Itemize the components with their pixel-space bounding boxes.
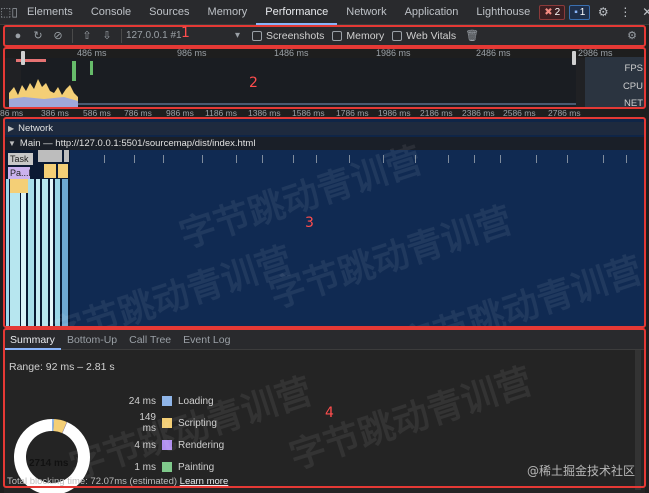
- annotation-number-4: 4: [325, 405, 334, 421]
- overview-tick: 2486 ms: [476, 48, 511, 58]
- download-profile-icon[interactable]: ⇩: [97, 29, 117, 42]
- collapse-triangle-icon: ▼: [8, 139, 16, 148]
- tab-performance[interactable]: Performance: [256, 0, 338, 25]
- overview-tick: 986 ms: [177, 48, 207, 58]
- annotation-number-3: 3: [305, 215, 314, 231]
- message-count: 1: [579, 6, 586, 18]
- fps-label: FPS: [624, 63, 643, 74]
- ruler-tick: 2586 ms: [503, 108, 536, 118]
- inspect-element-icon[interactable]: ⬚: [0, 0, 11, 25]
- watermark-text: 字节跳动青训营: [284, 360, 538, 478]
- tab-memory[interactable]: Memory: [199, 0, 257, 25]
- overview-tick: 486 ms: [77, 48, 107, 58]
- details-scrollbar[interactable]: [635, 350, 641, 490]
- checkbox-label: Screenshots: [266, 29, 325, 42]
- tab-bottom-up[interactable]: Bottom-Up: [61, 330, 123, 350]
- flame-chart[interactable]: ▶ Network ▼ Main — http://127.0.0.1:5501…: [4, 119, 645, 326]
- tab-event-log[interactable]: Event Log: [177, 330, 236, 350]
- toolbar-divider: [121, 28, 122, 43]
- network-track-label: Network: [18, 123, 53, 134]
- upload-profile-icon[interactable]: ⇧: [77, 29, 97, 42]
- settings-gear-icon[interactable]: ⚙: [594, 5, 612, 19]
- trash-icon[interactable]: 🗑: [462, 29, 482, 42]
- chevron-down-icon: ▾: [234, 30, 240, 41]
- checkbox-box: [392, 30, 403, 41]
- capture-settings-gear-icon[interactable]: ⚙: [625, 29, 645, 42]
- site-credit-watermark: @稀土掘金技术社区: [526, 464, 635, 478]
- total-blocking-time: Total blocking time: 72.07ms (estimated)…: [7, 476, 228, 487]
- error-count: 2: [554, 6, 561, 18]
- more-options-icon[interactable]: ⋮: [616, 5, 634, 19]
- overview-tick: 1486 ms: [274, 48, 309, 58]
- ruler-tick: 786 ms: [124, 108, 152, 118]
- tab-lighthouse[interactable]: Lighthouse: [467, 0, 539, 25]
- tab-application[interactable]: Application: [396, 0, 468, 25]
- legend-swatch: [162, 462, 172, 472]
- tab-sources[interactable]: Sources: [140, 0, 198, 25]
- ruler-tick: 86 ms: [0, 108, 24, 118]
- checkbox-box: [332, 30, 343, 41]
- annotation-number-1: 1: [181, 25, 190, 41]
- total-time: 2714 ms: [29, 458, 69, 469]
- ruler-tick: 1586 ms: [292, 108, 325, 118]
- memory-checkbox[interactable]: Memory: [332, 30, 384, 42]
- overview-track-labels: FPS CPU NET: [585, 57, 645, 107]
- screenshots-checkbox[interactable]: Screenshots: [252, 30, 324, 42]
- profile-select-value: 127.0.0.1 #1: [126, 30, 182, 41]
- expand-triangle-icon: ▶: [8, 124, 15, 133]
- tab-elements[interactable]: Elements: [18, 0, 82, 25]
- web-vitals-checkbox[interactable]: Web Vitals: [392, 30, 456, 42]
- learn-more-link[interactable]: Learn more: [180, 476, 229, 487]
- task-event[interactable]: Task: [8, 153, 33, 165]
- tab-console[interactable]: Console: [82, 0, 140, 25]
- donut-slice-scripting: [53, 419, 67, 434]
- ruler-tick: 1186 ms: [205, 108, 237, 118]
- overview-tick-labels: 486 ms 986 ms 1486 ms 1986 ms 2486 ms 29…: [4, 47, 645, 59]
- devtools-tab-bar: ⬚ ▯ Elements Console Sources Memory Perf…: [0, 0, 649, 25]
- ruler-tick: 2186 ms: [420, 108, 453, 118]
- main-thread-label: Main — http://127.0.0.1:5501/sourcemap/d…: [19, 138, 256, 149]
- selection-range: Range: 92 ms – 2.81 s: [9, 361, 115, 373]
- time-ruler: 86 ms 386 ms 586 ms 786 ms 986 ms 1186 m…: [0, 108, 649, 118]
- close-icon[interactable]: ✕: [638, 5, 649, 19]
- checkbox-label: Memory: [346, 29, 385, 42]
- ruler-tick: 386 ms: [41, 108, 69, 118]
- main-thread-track-header[interactable]: ▼ Main — http://127.0.0.1:5501/sourcemap…: [4, 137, 645, 150]
- ruler-tick: 1986 ms: [378, 108, 411, 118]
- network-track-header[interactable]: ▶ Network: [4, 122, 645, 135]
- error-count-badge[interactable]: ✖ 2: [539, 4, 566, 20]
- tab-call-tree[interactable]: Call Tree: [123, 330, 177, 350]
- net-label: NET: [624, 98, 643, 107]
- toolbar-divider: [72, 28, 73, 43]
- tab-summary[interactable]: Summary: [4, 330, 61, 350]
- device-toolbar-icon[interactable]: ▯: [11, 0, 18, 25]
- ruler-tick: 586 ms: [83, 108, 111, 118]
- parse-event[interactable]: Pa...L: [8, 167, 30, 179]
- details-tab-strip: Summary Bottom-Up Call Tree Event Log: [4, 330, 645, 350]
- message-icon: ▪: [574, 6, 578, 18]
- ruler-tick: 2386 ms: [462, 108, 495, 118]
- error-icon: ✖: [544, 6, 553, 18]
- legend-value: 24 ms: [128, 395, 156, 407]
- checkbox-box: [252, 30, 262, 41]
- annotation-number-2: 2: [249, 75, 258, 91]
- clear-icon[interactable]: ⊘: [48, 29, 68, 42]
- tab-network[interactable]: Network: [337, 0, 395, 25]
- performance-toolbar: ● ↻ ⊘ ⇧ ⇩ 127.0.0.1 #1 ▾ Screenshots Memo…: [4, 25, 645, 46]
- cpu-label: CPU: [622, 81, 643, 92]
- ruler-tick: 1386 ms: [248, 108, 281, 118]
- ruler-tick: 1786 ms: [336, 108, 369, 118]
- record-icon[interactable]: ●: [8, 30, 28, 42]
- reload-icon[interactable]: ↻: [28, 29, 48, 42]
- checkbox-label: Web Vitals: [406, 29, 457, 42]
- overview-tick: 1986 ms: [376, 48, 411, 58]
- ruler-tick: 986 ms: [166, 108, 194, 118]
- ruler-tick: 2786 ms: [548, 108, 581, 118]
- message-count-badge[interactable]: ▪ 1: [569, 4, 591, 20]
- timeline-overview[interactable]: 486 ms 986 ms 1486 ms 1986 ms 2486 ms 29…: [4, 47, 645, 107]
- legend-label: Painting: [178, 461, 215, 473]
